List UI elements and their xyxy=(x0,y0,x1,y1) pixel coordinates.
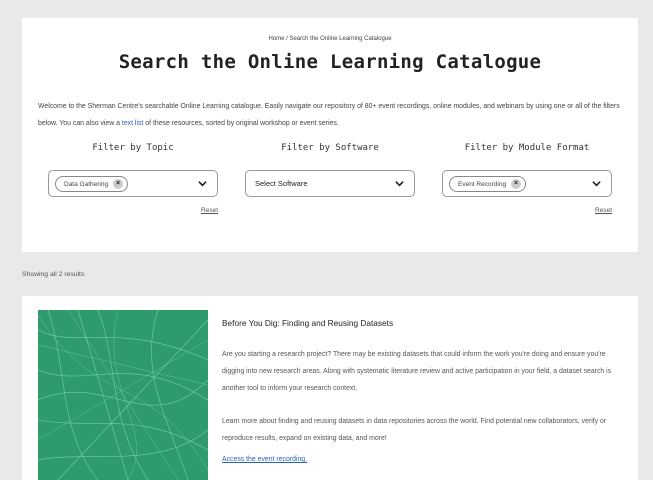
text-list-link[interactable]: text list xyxy=(122,120,143,127)
format-reset-link[interactable]: Reset xyxy=(595,207,612,214)
result-thumbnail[interactable] xyxy=(38,310,208,480)
topic-select[interactable]: Data Gathering × xyxy=(48,170,218,197)
format-select[interactable]: Event Recording × xyxy=(442,170,612,197)
topic-chip-label: Data Gathering xyxy=(64,180,109,188)
results-count: Showing all 2 results xyxy=(22,271,85,278)
chevron-down-icon[interactable] xyxy=(395,179,404,188)
software-placeholder: Select Software xyxy=(255,179,308,188)
close-icon[interactable]: × xyxy=(511,179,522,189)
event-recording-link[interactable]: Access the event recording. xyxy=(222,456,307,463)
breadcrumb[interactable]: Home / Search the Online Learning Catalo… xyxy=(22,36,638,42)
search-panel: Home / Search the Online Learning Catalo… xyxy=(22,18,638,252)
topic-chip: Data Gathering × xyxy=(55,176,129,192)
software-select[interactable]: Select Software xyxy=(245,170,415,197)
filter-module-format: Filter by Module Format Event Recording … xyxy=(442,143,612,214)
intro-text-after: of these resources, sorted by original w… xyxy=(145,120,339,127)
filter-format-title: Filter by Module Format xyxy=(464,143,590,153)
page-title: Search the Online Learning Catalogue xyxy=(118,51,542,73)
format-chip: Event Recording × xyxy=(449,176,527,192)
intro-text: Welcome to the Sherman Centre's searchab… xyxy=(38,98,628,132)
chevron-down-icon[interactable] xyxy=(198,179,207,188)
chevron-down-icon[interactable] xyxy=(592,179,601,188)
format-chip-label: Event Recording xyxy=(458,180,507,188)
result-title[interactable]: Before You Dig: Finding and Reusing Data… xyxy=(222,318,393,328)
filter-topic-title: Filter by Topic xyxy=(92,143,174,153)
filter-topic: Filter by Topic Data Gathering × Reset xyxy=(48,143,218,214)
filter-software: Filter by Software Select Software xyxy=(245,143,415,197)
filter-software-title: Filter by Software xyxy=(281,143,379,153)
result-paragraph-1: Are you starting a research project? The… xyxy=(222,351,612,392)
result-card: Before You Dig: Finding and Reusing Data… xyxy=(22,296,638,480)
result-paragraph-2: Learn more about finding and reusing dat… xyxy=(222,418,607,442)
topic-reset-link[interactable]: Reset xyxy=(201,207,218,214)
close-icon[interactable]: × xyxy=(113,179,124,189)
